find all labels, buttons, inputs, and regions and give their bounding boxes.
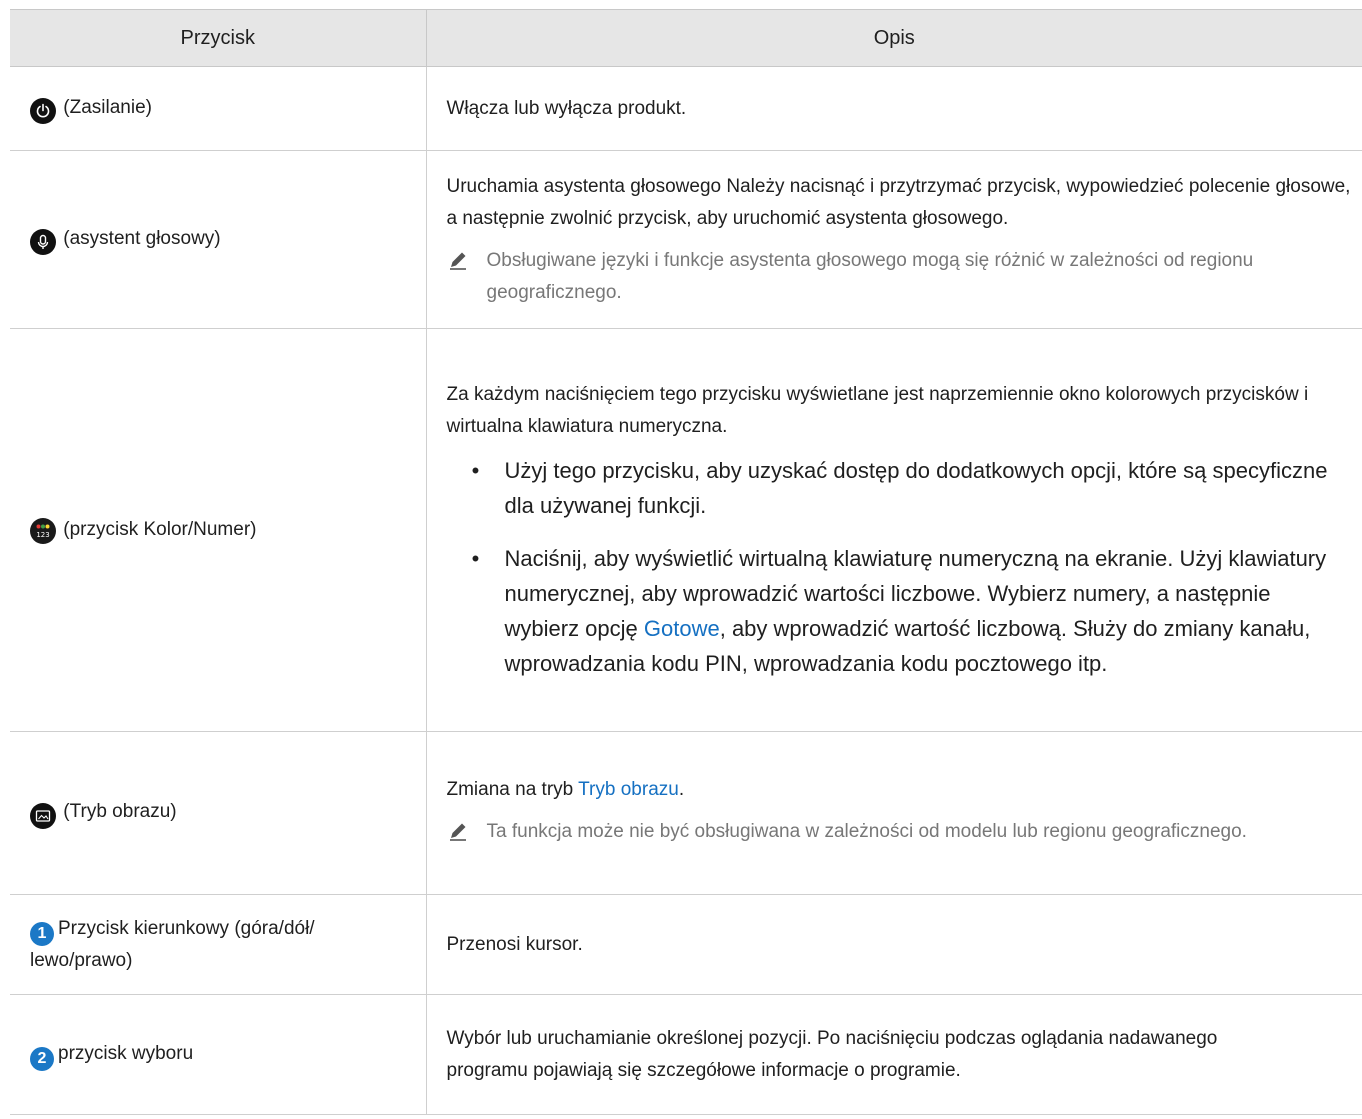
picture-mode-link[interactable]: Tryb obrazu <box>578 779 679 800</box>
description-text: Wybór lub uruchamianie określonej pozycj… <box>446 1027 1218 1081</box>
table-row: 123 (przycisk Kolor/Numer) Za każdym nac… <box>10 328 1362 732</box>
description-text: Zmiana na tryb Tryb obrazu. <box>446 778 685 800</box>
list-item: • Naciśnij, aby wyświetlić wirtualną kla… <box>447 541 1359 681</box>
gotowe-link[interactable]: Gotowe <box>644 616 720 641</box>
button-cell: 2 przycisk wyboru <box>10 994 427 1115</box>
description-cell: Wybór lub uruchamianie określonej pozycj… <box>426 994 1362 1115</box>
bullet-list: • Użyj tego przycisku, aby uzyskać dostę… <box>447 453 1359 681</box>
microphone-icon <box>30 229 56 255</box>
list-item: • Użyj tego przycisku, aby uzyskać dostę… <box>447 453 1359 523</box>
button-table: Przycisk Opis (Zasilanie) Włącza lub wył… <box>10 9 1362 1115</box>
note-text: Obsługiwane języki i funkcje asystenta g… <box>486 249 1254 303</box>
description-text: Za każdym naciśnięciem tego przycisku wy… <box>446 384 1309 437</box>
button-cell: 1 Przycisk kierunkowy (góra/dół/ lewo/pra… <box>10 894 427 995</box>
header-description: Opis <box>426 9 1362 67</box>
button-label: Przycisk kierunkowy (góra/dół/ lewo/praw… <box>30 917 315 971</box>
description-cell: Za każdym naciśnięciem tego przycisku wy… <box>426 328 1362 732</box>
table-header-row: Przycisk Opis <box>10 9 1362 67</box>
list-item-text: Naciśnij, aby wyświetlić wirtualną klawi… <box>504 546 1327 676</box>
pencil-icon <box>447 245 487 282</box>
button-label: (Zasilanie) <box>63 97 152 118</box>
table-row: 2 przycisk wyboru Wybór lub uruchamianie … <box>10 994 1362 1115</box>
button-label: (przycisk Kolor/Numer) <box>63 519 257 540</box>
note-text: Ta funkcja może nie być obsługiwana w za… <box>486 820 1247 842</box>
power-icon <box>30 98 56 124</box>
number-badge: 1 <box>30 921 54 946</box>
table-row: (asystent głosowy) Uruchamia asystenta g… <box>10 150 1362 329</box>
table-row: (Zasilanie) Włącza lub wyłącza produkt. <box>10 66 1362 151</box>
pencil-icon <box>447 816 487 853</box>
button-cell: (Tryb obrazu) <box>10 731 427 895</box>
header-button: Przycisk <box>10 9 427 67</box>
description-cell: Zmiana na tryb Tryb obrazu. Ta funkcja m… <box>426 731 1362 895</box>
description-cell: Przenosi kursor. <box>426 894 1362 995</box>
note: Ta funkcja może nie być obsługiwana w za… <box>447 816 1359 853</box>
list-item-text: Użyj tego przycisku, aby uzyskać dostęp … <box>504 458 1328 518</box>
color-number-icon: 123 <box>30 518 56 544</box>
button-label: przycisk wyboru <box>58 1042 194 1064</box>
button-cell: 123 (przycisk Kolor/Numer) <box>10 328 427 732</box>
note: Obsługiwane języki i funkcje asystenta g… <box>447 245 1359 309</box>
button-cell: (asystent głosowy) <box>10 150 427 329</box>
description-text: Przenosi kursor. <box>446 933 583 955</box>
description-cell: Włącza lub wyłącza produkt. <box>426 66 1362 151</box>
description-cell: Uruchamia asystenta głosowego Należy nac… <box>426 150 1362 329</box>
button-label: (Tryb obrazu) <box>63 801 177 822</box>
description-text: Włącza lub wyłącza produkt. <box>446 97 687 119</box>
number-badge: 2 <box>30 1046 54 1071</box>
table-row: (Tryb obrazu) Zmiana na tryb Tryb obrazu… <box>10 731 1362 895</box>
table-row: 1 Przycisk kierunkowy (góra/dół/ lewo/pra… <box>10 894 1362 995</box>
svg-text:123: 123 <box>36 531 49 539</box>
button-label: (asystent głosowy) <box>63 228 221 249</box>
picture-mode-icon <box>30 803 56 829</box>
button-cell: (Zasilanie) <box>10 66 427 151</box>
description-text: Uruchamia asystenta głosowego Należy nac… <box>446 175 1351 229</box>
